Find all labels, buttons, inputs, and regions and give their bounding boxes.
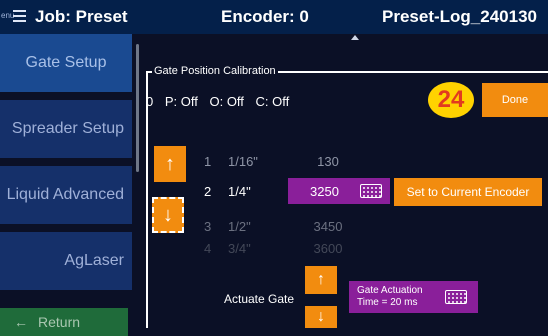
done-button[interactable]: Done <box>482 83 548 117</box>
gate-actuation-line2: Time = 20 ms <box>357 297 418 308</box>
arrow-down-icon: ↓ <box>317 308 325 325</box>
gate-actuation-time-field[interactable]: Gate Actuation Time = 20 ms <box>349 281 478 313</box>
calibration-row[interactable]: 3 1/2" 3450 <box>204 216 358 236</box>
sidebar-item-gate-setup[interactable]: Gate Setup <box>0 34 132 92</box>
encoder-value: 3250 <box>310 183 339 199</box>
sidebar-item-spreader-setup[interactable]: Spreader Setup <box>0 100 132 158</box>
status-c: C: Off <box>255 94 290 109</box>
row-index: 1 <box>204 153 212 169</box>
sidebar-item-label: Spreader Setup <box>11 120 124 137</box>
keyboard-icon[interactable] <box>360 184 382 198</box>
top-bar: enu Job: Preset Encoder: 0 Preset-Log_24… <box>0 0 548 34</box>
row-size: 1/2" <box>228 218 251 234</box>
arrow-up-icon: ↑ <box>317 271 325 288</box>
row-index: 2 <box>204 183 212 199</box>
return-button[interactable]: ← Return <box>0 308 128 336</box>
scroll-up-icon[interactable] <box>351 35 359 40</box>
row-index: 4 <box>204 240 212 256</box>
sidebar: Gate Setup Spreader Setup Liquid Advance… <box>0 34 136 336</box>
gate-actuation-line1: Gate Actuation <box>357 285 423 296</box>
set-to-current-encoder-button[interactable]: Set to Current Encoder <box>394 178 542 206</box>
fieldset-left-border <box>146 71 148 328</box>
sidebar-item-label: Liquid Advanced <box>6 186 124 203</box>
calibration-row-selected[interactable]: 2 1/4" <box>204 181 298 201</box>
actuate-gate-label: Actuate Gate <box>224 292 295 306</box>
encoder-readout: Encoder: 0 <box>221 7 309 26</box>
sidebar-item-aglaser[interactable]: AgLaser <box>0 232 132 290</box>
scrollbar-thumb[interactable] <box>136 44 139 172</box>
row-index: 3 <box>204 218 212 234</box>
log-name: Preset-Log_240130 <box>382 7 537 26</box>
keyboard-icon[interactable] <box>445 290 467 304</box>
sidebar-item-label: Gate Setup <box>25 54 107 71</box>
row-value: 130 <box>317 153 339 169</box>
row-size: 1/16" <box>228 153 258 169</box>
status-p: P: Off <box>164 94 198 109</box>
gate-actuation-text: Gate Actuation Time = 20 ms <box>357 285 423 309</box>
actuate-open-button[interactable]: ↑ <box>305 266 337 294</box>
arrow-up-icon: ↑ <box>165 152 175 175</box>
count-badge: 24 <box>428 82 474 118</box>
move-down-button[interactable]: ↓ <box>152 197 184 233</box>
calibration-row[interactable]: 4 3/4" 3600 <box>204 238 358 258</box>
sidebar-item-label: AgLaser <box>64 252 124 269</box>
calibration-row[interactable]: 1 1/16" 130 <box>204 151 358 171</box>
encoder-value-field[interactable]: 3250 <box>288 178 390 204</box>
fieldset-legend: Gate Position Calibration <box>152 65 278 77</box>
status-line: 0 P: Off O: Off C: Off <box>146 94 297 109</box>
row-value: 3450 <box>313 218 343 234</box>
hamburger-menu-icon[interactable] <box>13 10 26 23</box>
row-size: 3/4" <box>228 240 251 256</box>
row-value: 3600 <box>313 240 343 256</box>
job-title: Job: Preset <box>35 7 128 26</box>
move-up-button[interactable]: ↑ <box>154 146 186 182</box>
actuate-close-button[interactable]: ↓ <box>305 306 337 328</box>
sidebar-item-liquid-advanced[interactable]: Liquid Advanced <box>0 166 132 224</box>
status-o: O: Off <box>209 94 244 109</box>
arrow-down-icon: ↓ <box>163 203 173 226</box>
status-count: 0 <box>146 94 154 109</box>
